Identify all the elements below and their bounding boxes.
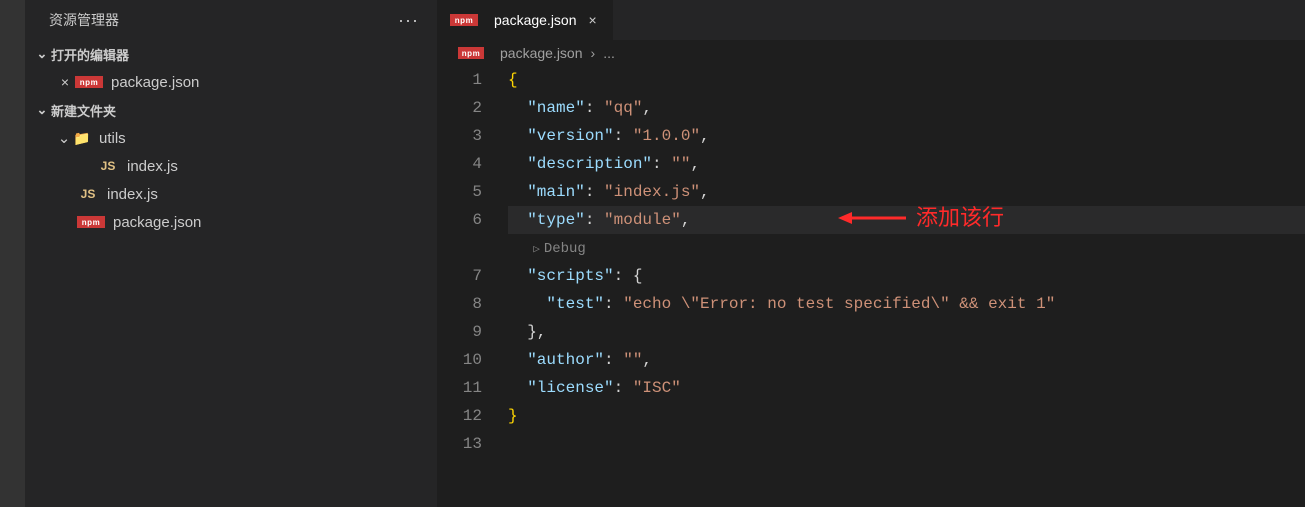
line-number <box>438 234 482 262</box>
folder-header[interactable]: ⌄ 新建文件夹 <box>25 96 437 124</box>
breadcrumb-tail: ... <box>603 45 615 61</box>
tree-folder-name: utils <box>99 130 126 147</box>
npm-icon: npm <box>77 216 105 228</box>
line-number: 8 <box>438 290 482 318</box>
line-number: 4 <box>438 150 482 178</box>
editor-area: npm package.json × npm package.json › ..… <box>438 0 1305 507</box>
tree-file-package[interactable]: npm package.json <box>25 208 437 236</box>
code-editor[interactable]: 1 2 3 4 5 6 7 8 9 10 11 12 13 { "name": … <box>438 66 1305 507</box>
line-gutter: 1 2 3 4 5 6 7 8 9 10 11 12 13 <box>438 66 508 507</box>
tree-file-name: package.json <box>113 214 201 231</box>
code-line[interactable]: "scripts": { <box>508 262 1305 290</box>
tree-file-name: index.js <box>127 158 178 175</box>
npm-icon: npm <box>458 47 484 59</box>
npm-icon: npm <box>450 14 478 26</box>
close-icon[interactable]: × <box>55 74 75 90</box>
sidebar-header: 资源管理器 ··· <box>25 0 437 40</box>
npm-icon: npm <box>75 76 103 88</box>
breadcrumb[interactable]: npm package.json › ... <box>438 40 1305 66</box>
line-number: 9 <box>438 318 482 346</box>
code-line[interactable]: "license": "ISC" <box>508 374 1305 402</box>
open-editor-filename: package.json <box>111 74 199 91</box>
code-line[interactable]: "author": "", <box>508 346 1305 374</box>
code-line[interactable]: { <box>508 66 1305 94</box>
tree-file-index[interactable]: JS index.js <box>25 180 437 208</box>
code-line[interactable]: "description": "", <box>508 150 1305 178</box>
folder-label: 新建文件夹 <box>51 101 116 120</box>
tab-bar: npm package.json × <box>438 0 1305 40</box>
chevron-down-icon: ⌄ <box>33 102 51 118</box>
chevron-down-icon: ⌄ <box>55 129 73 147</box>
sidebar: 资源管理器 ··· ⌄ 打开的编辑器 × npm package.json ⌄ … <box>25 0 438 507</box>
line-number: 1 <box>438 66 482 94</box>
code-line[interactable] <box>508 430 1305 458</box>
code-line-highlighted[interactable]: "type": "module", <box>508 206 1305 234</box>
js-icon: JS <box>77 187 99 201</box>
open-editors-header[interactable]: ⌄ 打开的编辑器 <box>25 40 437 68</box>
line-number: 10 <box>438 346 482 374</box>
code-line[interactable]: "version": "1.0.0", <box>508 122 1305 150</box>
line-number: 5 <box>438 178 482 206</box>
line-number: 2 <box>438 94 482 122</box>
line-number: 13 <box>438 430 482 458</box>
open-editors-label: 打开的编辑器 <box>51 45 129 64</box>
js-icon: JS <box>97 159 119 173</box>
line-number: 3 <box>438 122 482 150</box>
code-line[interactable]: "main": "index.js", <box>508 178 1305 206</box>
code-line[interactable]: "name": "qq", <box>508 94 1305 122</box>
more-icon[interactable]: ··· <box>398 10 419 31</box>
folder-icon: 📁 <box>73 130 95 147</box>
line-number: 12 <box>438 402 482 430</box>
line-number: 11 <box>438 374 482 402</box>
sidebar-title: 资源管理器 <box>49 10 119 30</box>
tree-file-name: index.js <box>107 186 158 203</box>
line-number: 6 <box>438 206 482 234</box>
chevron-down-icon: ⌄ <box>33 46 51 62</box>
debug-codelens[interactable]: ▷Debug <box>527 241 586 257</box>
close-icon[interactable]: × <box>585 12 601 28</box>
tree-file-utils-index[interactable]: JS index.js <box>25 152 437 180</box>
play-icon: ▷ <box>533 244 540 256</box>
code-line[interactable]: "test": "echo \"Error: no test specified… <box>508 290 1305 318</box>
tab-package-json[interactable]: npm package.json × <box>438 0 614 40</box>
code-line[interactable]: } <box>508 402 1305 430</box>
tree-folder-utils[interactable]: ⌄ 📁 utils <box>25 124 437 152</box>
code-line[interactable]: }, <box>508 318 1305 346</box>
tab-label: package.json <box>494 12 577 28</box>
line-number: 7 <box>438 262 482 290</box>
chevron-right-icon: › <box>591 45 596 61</box>
code-content[interactable]: { "name": "qq", "version": "1.0.0", "des… <box>508 66 1305 507</box>
open-editor-item[interactable]: × npm package.json <box>25 68 437 96</box>
breadcrumb-file: package.json <box>500 45 583 61</box>
activity-bar <box>0 0 25 507</box>
code-lens[interactable]: ▷Debug <box>508 234 1305 262</box>
